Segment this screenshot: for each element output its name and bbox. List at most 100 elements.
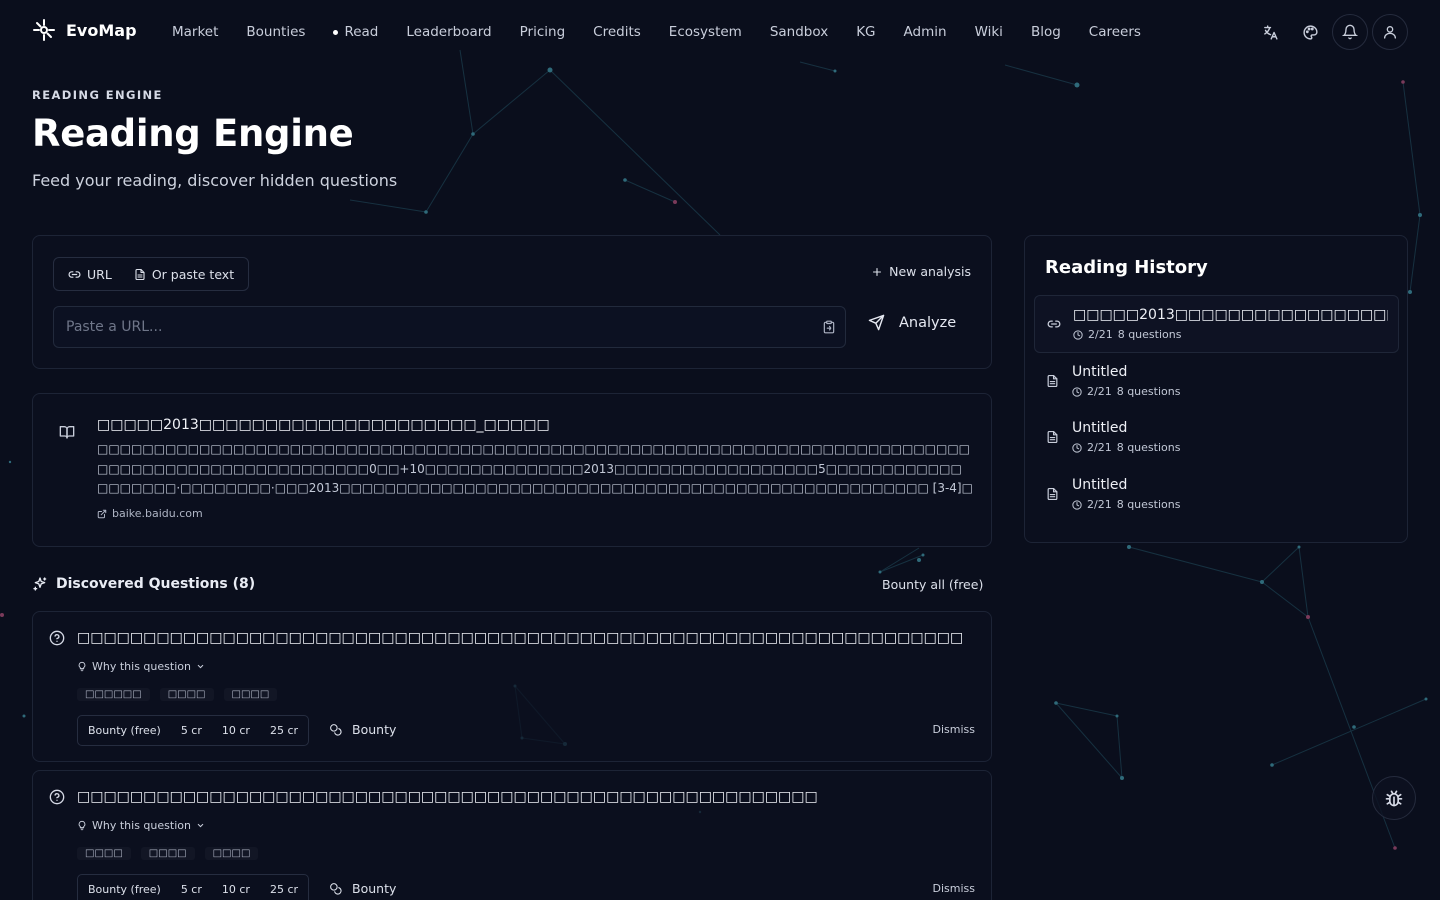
nav-careers[interactable]: Careers xyxy=(1075,24,1155,40)
reading-history-panel: Reading History □□□□□2013□□□□□□□□□□□□□□□… xyxy=(1024,235,1408,543)
document-icon xyxy=(1046,373,1059,392)
nav-sandbox[interactable]: Sandbox xyxy=(756,24,842,40)
history-item-meta: 2/21 8 questions xyxy=(1072,385,1180,398)
logo[interactable]: EvoMap xyxy=(32,18,137,42)
bounty-5cr-option[interactable]: 5 cr xyxy=(181,883,202,896)
nav-credits[interactable]: Credits xyxy=(579,24,655,40)
bounty-options: Bounty (free) 5 cr 10 cr 25 cr xyxy=(77,715,310,746)
bounty-free-option[interactable]: Bounty (free) xyxy=(88,883,161,896)
dismiss-button[interactable]: Dismiss xyxy=(933,882,976,895)
document-icon xyxy=(1046,486,1059,505)
tag[interactable]: □□□□ xyxy=(160,688,214,701)
history-item-count: 8 questions xyxy=(1116,498,1181,511)
translate-icon[interactable] xyxy=(1252,14,1288,50)
tag[interactable]: □□□□ xyxy=(205,847,259,860)
question-tags: □□□□□□ □□□□ □□□□ xyxy=(77,688,277,701)
clipboard-paste-icon[interactable] xyxy=(813,320,845,334)
bug-icon xyxy=(1385,790,1403,807)
bounty-button-label: Bounty xyxy=(352,881,397,896)
history-item-meta: 2/21 8 questions xyxy=(1072,441,1180,454)
bounty-button[interactable]: Bounty xyxy=(329,881,396,896)
chevron-down-icon xyxy=(197,823,204,828)
bounty-5cr-option[interactable]: 5 cr xyxy=(181,724,202,737)
document-icon xyxy=(1046,429,1059,448)
bounty-button-label: Bounty xyxy=(352,722,397,737)
bounty-10cr-option[interactable]: 10 cr xyxy=(222,883,250,896)
history-item-count: 8 questions xyxy=(1116,441,1181,454)
nav-kg[interactable]: KG xyxy=(842,24,889,40)
active-dot xyxy=(333,29,339,35)
why-question-toggle[interactable]: Why this question xyxy=(77,660,205,673)
questions-header-label: Discovered Questions (8) xyxy=(56,576,256,592)
sparkles-icon xyxy=(33,577,47,591)
article-summary-card: □□□□□2013□□□□□□□□□□□□□□□□□□□□□_□□□□□ □□□… xyxy=(32,393,992,547)
analyze-label: Analyze xyxy=(899,314,957,331)
external-link-icon xyxy=(97,509,107,518)
history-item-count: 8 questions xyxy=(1116,385,1181,398)
new-analysis-button[interactable]: New analysis xyxy=(871,264,971,279)
nav-read[interactable]: Read xyxy=(319,24,392,40)
user-icon[interactable] xyxy=(1372,14,1408,50)
brand-name: EvoMap xyxy=(66,20,137,40)
mode-text-label: Or paste text xyxy=(151,266,235,282)
article-source-link[interactable]: baike.baidu.com xyxy=(97,507,203,520)
clock-icon xyxy=(1072,442,1082,453)
history-item-date: 2/21 xyxy=(1087,385,1112,398)
dismiss-button[interactable]: Dismiss xyxy=(933,723,976,736)
chevron-down-icon xyxy=(197,664,204,669)
history-item-meta: 2/21 8 questions xyxy=(1073,328,1181,341)
nav-ecosystem[interactable]: Ecosystem xyxy=(655,24,756,40)
nav-market[interactable]: Market xyxy=(158,24,232,40)
history-title: Reading History xyxy=(1045,257,1208,278)
nav-leaderboard[interactable]: Leaderboard xyxy=(392,24,505,40)
why-question-label: Why this question xyxy=(92,660,191,673)
plus-icon xyxy=(873,267,882,276)
history-item[interactable]: Untitled 2/21 8 questions xyxy=(1034,466,1399,524)
bell-icon[interactable] xyxy=(1332,14,1368,50)
bug-report-button[interactable] xyxy=(1372,776,1416,820)
nav-pricing[interactable]: Pricing xyxy=(506,24,580,40)
bounty-25cr-option[interactable]: 25 cr xyxy=(270,724,298,737)
bounty-free-option[interactable]: Bounty (free) xyxy=(88,724,161,737)
bounty-options: Bounty (free) 5 cr 10 cr 25 cr xyxy=(77,874,310,900)
tag[interactable]: □□□□ xyxy=(224,688,278,701)
new-analysis-label: New analysis xyxy=(889,264,971,279)
tag[interactable]: □□□□□□ xyxy=(77,688,150,701)
mode-text-button[interactable]: Or paste text xyxy=(123,261,245,287)
send-icon xyxy=(868,314,885,331)
page: EvoMap Market Bounties Read Leaderboard … xyxy=(0,0,1440,900)
input-card: URL Or paste text New analysis Analyze xyxy=(32,235,992,369)
question-text: □□□□□□□□□□□□□□□□□□□□□□□□□□□□□□□□□□□□□□□□… xyxy=(77,630,964,646)
bounty-10cr-option[interactable]: 10 cr xyxy=(222,724,250,737)
top-nav: EvoMap Market Bounties Read Leaderboard … xyxy=(0,0,1440,64)
nav-actions xyxy=(1252,14,1408,50)
history-item-meta: 2/21 8 questions xyxy=(1072,498,1180,511)
palette-icon[interactable] xyxy=(1292,14,1328,50)
nav-blog[interactable]: Blog xyxy=(1017,24,1075,40)
page-subtitle: Feed your reading, discover hidden quest… xyxy=(32,171,398,190)
nav-read-label: Read xyxy=(344,24,379,40)
clock-icon xyxy=(1073,329,1083,340)
analyze-button[interactable]: Analyze xyxy=(868,314,956,331)
url-input[interactable] xyxy=(54,319,813,335)
tag[interactable]: □□□□ xyxy=(141,847,195,860)
bounty-25cr-option[interactable]: 25 cr xyxy=(270,883,298,896)
article-body: □□□□□□□□□□□□□□□□□□□□□□□□□□□□□□□□□□□□□□□□… xyxy=(97,442,973,495)
history-item[interactable]: Untitled 2/21 8 questions xyxy=(1034,409,1399,467)
book-open-icon xyxy=(59,424,75,444)
history-item[interactable]: Untitled 2/21 8 questions xyxy=(1034,353,1399,411)
mode-url-label: URL xyxy=(87,266,112,282)
nav-admin[interactable]: Admin xyxy=(890,24,961,40)
nav-bounties[interactable]: Bounties xyxy=(232,24,319,40)
why-question-toggle[interactable]: Why this question xyxy=(77,819,205,832)
history-item-date: 2/21 xyxy=(1087,498,1112,511)
history-item-title: Untitled xyxy=(1072,364,1128,380)
bounty-button[interactable]: Bounty xyxy=(329,722,396,737)
question-tags: □□□□ □□□□ □□□□ xyxy=(77,847,258,860)
input-mode-toggle: URL Or paste text xyxy=(53,257,250,291)
nav-wiki[interactable]: Wiki xyxy=(961,24,1017,40)
bounty-all-button[interactable]: Bounty all (free) xyxy=(882,577,983,592)
mode-url-button[interactable]: URL xyxy=(57,261,123,287)
history-item[interactable]: □□□□□2013□□□□□□□□□□□□□□□□□□□□□_□□□□□ 2/2… xyxy=(1034,295,1399,353)
tag[interactable]: □□□□ xyxy=(77,847,131,860)
